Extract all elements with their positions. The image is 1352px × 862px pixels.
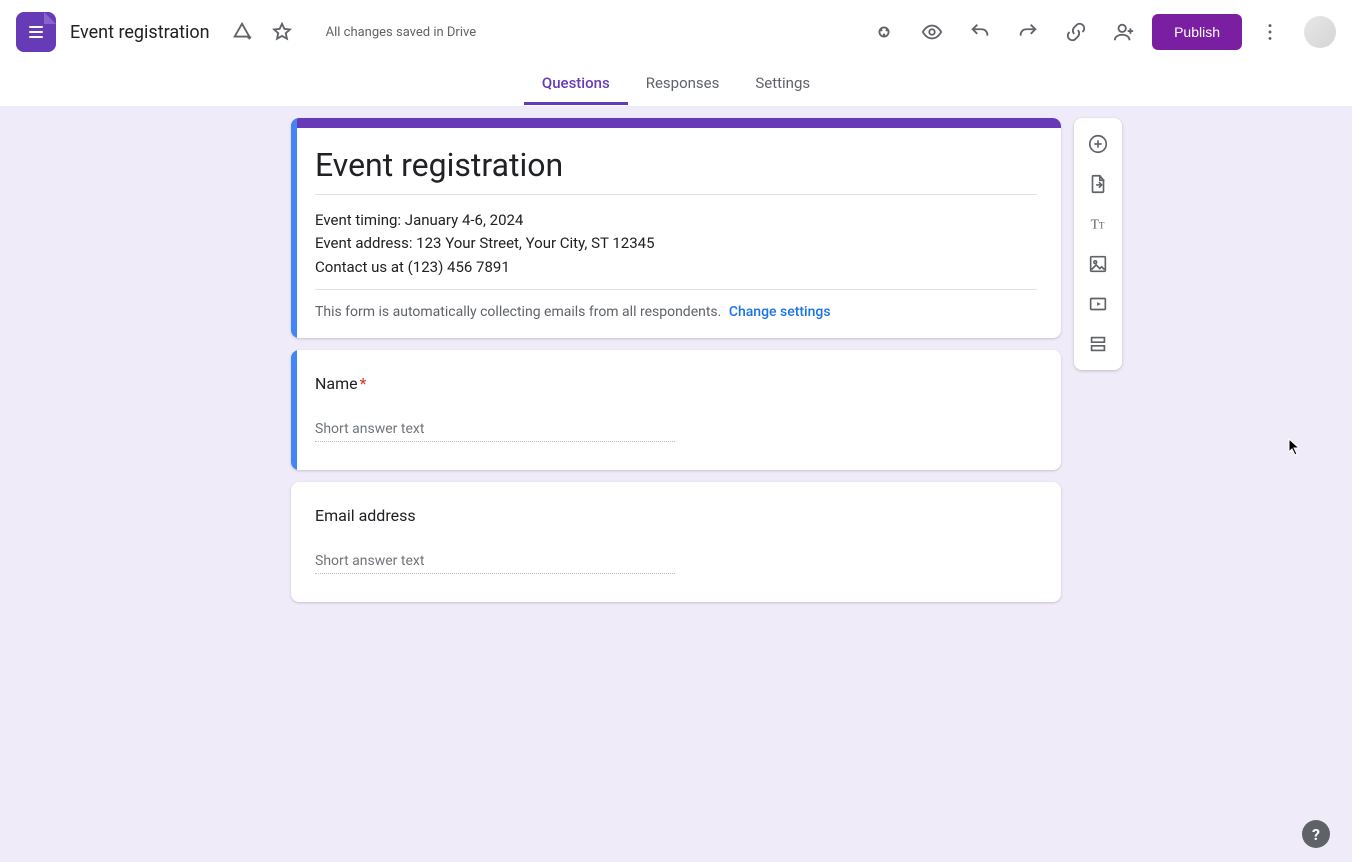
help-icon[interactable]: ? — [1302, 820, 1330, 848]
side-toolbar: TT — [1074, 118, 1122, 370]
theme-icon[interactable] — [864, 12, 904, 52]
add-image-icon[interactable] — [1078, 244, 1118, 284]
add-video-icon[interactable] — [1078, 284, 1118, 324]
link-icon[interactable] — [1056, 12, 1096, 52]
star-icon[interactable] — [262, 12, 302, 52]
more-icon[interactable] — [1250, 12, 1290, 52]
document-title[interactable]: Event registration — [70, 22, 210, 43]
collect-email-notice: This form is automatically collecting em… — [315, 290, 1037, 320]
tab-responses[interactable]: Responses — [628, 74, 738, 105]
form-title[interactable]: Event registration — [315, 146, 1037, 195]
question-title[interactable]: Email address — [315, 506, 1037, 525]
tab-settings[interactable]: Settings — [737, 74, 828, 105]
add-collaborator-icon[interactable] — [1104, 12, 1144, 52]
top-bar: Event registration All changes saved in … — [0, 0, 1352, 64]
question-card-email[interactable]: Email address Short answer text — [291, 482, 1061, 602]
form-canvas: Event registration Event timing: January… — [0, 106, 1352, 614]
add-section-icon[interactable] — [1078, 324, 1118, 364]
save-status: All changes saved in Drive — [326, 25, 477, 40]
redo-icon[interactable] — [1008, 12, 1048, 52]
add-question-icon[interactable] — [1078, 124, 1118, 164]
required-star: * — [360, 374, 367, 393]
form-header-card[interactable]: Event registration Event timing: January… — [291, 118, 1061, 338]
addon-icon[interactable] — [222, 12, 262, 52]
question-title[interactable]: Name* — [315, 374, 1037, 393]
tab-questions[interactable]: Questions — [524, 74, 628, 105]
form-description[interactable]: Event timing: January 4-6, 2024 Event ad… — [315, 209, 1037, 290]
change-settings-link[interactable]: Change settings — [729, 304, 831, 320]
preview-icon[interactable] — [912, 12, 952, 52]
short-answer-placeholder: Short answer text — [315, 421, 675, 442]
svg-text:T: T — [1099, 221, 1105, 231]
short-answer-placeholder: Short answer text — [315, 553, 675, 574]
question-card-name[interactable]: Name* Short answer text — [291, 350, 1061, 470]
publish-button[interactable]: Publish — [1152, 14, 1242, 50]
add-title-icon[interactable]: TT — [1078, 204, 1118, 244]
import-questions-icon[interactable] — [1078, 164, 1118, 204]
tabs-bar: Questions Responses Settings — [0, 64, 1352, 106]
account-avatar[interactable] — [1304, 16, 1336, 48]
forms-logo[interactable] — [16, 12, 56, 52]
undo-icon[interactable] — [960, 12, 1000, 52]
